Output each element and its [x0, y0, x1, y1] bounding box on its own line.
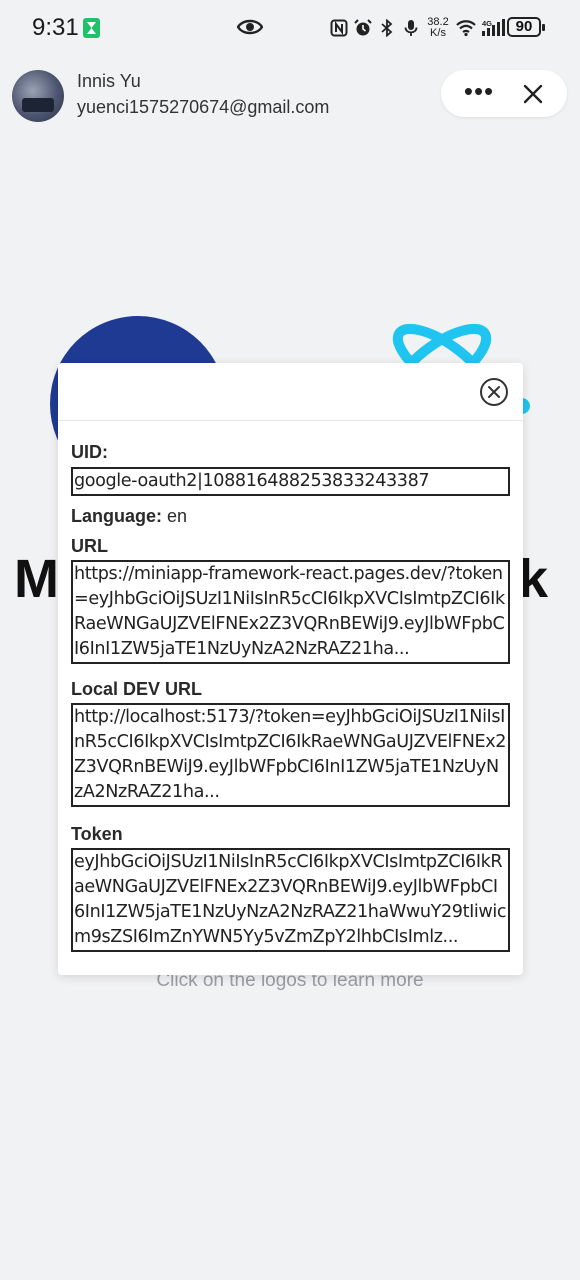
url-label: URL [71, 536, 108, 556]
language-label: Language: [71, 506, 163, 526]
user-name: Innis Yu [77, 71, 141, 91]
battery-icon: 90 [507, 17, 545, 37]
eye-icon [237, 19, 263, 35]
url-field[interactable]: https://miniapp-framework-react.pages.de… [71, 560, 510, 664]
net-speed: 38.2 K/s [426, 17, 450, 39]
wifi-icon [456, 20, 476, 37]
token-label: Token [71, 824, 123, 844]
debug-info-modal: UID: google-oauth2|108816488253833243387… [58, 363, 523, 975]
signal-4g-icon: 4G [482, 19, 505, 36]
more-options-button[interactable]: ••• [459, 78, 499, 108]
language-row: Language: en [71, 506, 187, 527]
miniapp-capsule: ••• [441, 70, 567, 117]
language-value: en [167, 506, 188, 526]
mic-icon [404, 20, 418, 36]
close-icon[interactable] [479, 377, 509, 407]
status-icons: 38.2 K/s 4G [330, 16, 506, 40]
net-speed-unit: K/s [430, 27, 446, 39]
svg-text:4G: 4G [482, 19, 492, 28]
modal-header [58, 363, 523, 421]
token-field[interactable]: eyJhbGciOiJSUzI1NiIsInR5cCI6IkpXVCIsImtp… [71, 848, 510, 952]
user-email: yuenci1575270674@gmail.com [77, 97, 330, 117]
nfc-icon [330, 19, 348, 37]
alarm-icon [354, 19, 372, 36]
close-miniapp-button[interactable] [517, 78, 549, 110]
status-time: 9:31 [32, 14, 79, 41]
dev-url-label: Local DEV URL [71, 679, 203, 699]
hourglass-icon [83, 18, 100, 38]
avatar[interactable] [12, 70, 64, 122]
bluetooth-icon [381, 19, 393, 37]
status-bar: 9:31 38.2 K/s 4G 90 [0, 0, 580, 56]
uid-label: UID: [71, 442, 108, 462]
uid-field[interactable]: google-oauth2|108816488253833243387 [71, 467, 510, 496]
page-title-left: M [14, 549, 59, 609]
dev-url-field[interactable]: http://localhost:5173/?token=eyJhbGciOiJ… [71, 703, 510, 807]
